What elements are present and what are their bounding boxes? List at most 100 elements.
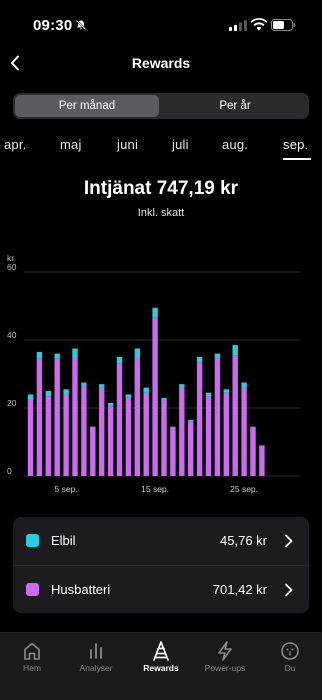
month-sep[interactable]: sep. xyxy=(283,137,308,152)
rewards-icon xyxy=(153,641,169,661)
page-title: Rewards xyxy=(131,55,191,71)
bar-elbil xyxy=(27,394,34,400)
bar-elbil xyxy=(134,348,140,357)
nav-header: Rewards xyxy=(0,46,322,80)
y-tick-label: 40 xyxy=(7,330,17,340)
signal-icon xyxy=(229,20,247,31)
selected-month-indicator xyxy=(283,158,311,160)
bar-husbatteri xyxy=(81,385,87,476)
bar-husbatteri xyxy=(45,396,51,476)
tab-label: Power-ups xyxy=(204,663,246,673)
tab-du[interactable]: Du xyxy=(258,633,322,693)
bar-elbil xyxy=(205,392,212,397)
chevron-right-icon xyxy=(285,583,293,597)
month-aug[interactable]: aug. xyxy=(222,137,248,152)
battery-icon xyxy=(271,19,296,31)
bar-husbatteri xyxy=(188,421,194,476)
y-tick-label: 20 xyxy=(7,398,17,408)
bar-husbatteri xyxy=(223,392,229,476)
month-apr[interactable]: apr. xyxy=(4,137,26,152)
bar-elbil xyxy=(54,353,60,359)
bar-husbatteri xyxy=(205,396,212,476)
husbatteri-swatch xyxy=(26,583,39,596)
bar-elbil xyxy=(63,389,69,395)
bar-husbatteri xyxy=(99,387,105,476)
bar-husbatteri xyxy=(116,363,123,476)
tab-hem[interactable]: Hem xyxy=(0,633,64,693)
wifi-icon xyxy=(251,18,267,31)
tab-rewards[interactable]: Rewards xyxy=(129,633,193,693)
bar-elbil xyxy=(188,419,194,422)
bar-elbil xyxy=(81,382,87,386)
rewards-bar-chart: kr02040605 sep. 15 sep. 25 sep. xyxy=(7,253,300,494)
bar-elbil xyxy=(196,357,203,363)
bar-husbatteri xyxy=(232,355,238,476)
month-juni[interactable]: juni xyxy=(117,137,138,152)
tab-label: Hem xyxy=(23,663,41,673)
bar-elbil xyxy=(36,351,43,359)
per-year-tab[interactable]: Per år xyxy=(163,95,307,117)
bar-elbil xyxy=(161,397,167,400)
earned-total: Intjänat 747,19 kr xyxy=(83,178,239,199)
tab-label: Du xyxy=(284,663,296,673)
bar-elbil xyxy=(99,384,105,388)
earned-subtitle: Inkl. skatt xyxy=(137,207,185,219)
y-tick-label: 60 xyxy=(7,262,17,272)
bar-elbil xyxy=(214,353,221,357)
bar-husbatteri xyxy=(259,445,265,476)
bar-elbil xyxy=(241,382,247,388)
husbatteri-row[interactable]: Husbatteri 701,42 kr xyxy=(13,565,309,613)
bar-elbil xyxy=(179,384,185,388)
husbatteri-value: 701,42 kr xyxy=(212,582,267,597)
tab-label: Analyser xyxy=(79,663,113,673)
elbil-row[interactable]: Elbil 45,76 kr xyxy=(13,517,309,565)
x-tick-label: 15 sep. xyxy=(141,484,169,494)
profile-icon xyxy=(281,642,299,660)
analytics-icon xyxy=(90,643,102,659)
tab-label: Rewards xyxy=(143,663,179,673)
bolt-icon xyxy=(218,641,232,661)
bar-elbil xyxy=(223,389,229,393)
bar-elbil xyxy=(125,394,132,398)
month-maj[interactable]: maj xyxy=(60,137,82,152)
bar-husbatteri xyxy=(90,426,96,476)
bar-husbatteri xyxy=(36,358,43,476)
bar-husbatteri xyxy=(107,406,114,476)
bar-husbatteri xyxy=(72,357,78,476)
tab-power-ups[interactable]: Power-ups xyxy=(193,633,257,693)
elbil-value: 45,76 kr xyxy=(220,533,267,548)
breakdown-card: Elbil 45,76 kr Husbatteri 701,42 kr xyxy=(13,517,309,613)
bell-off-icon xyxy=(75,19,87,31)
bar-elbil xyxy=(152,307,158,318)
chevron-right-icon xyxy=(285,534,293,548)
bar-elbil xyxy=(107,402,114,407)
tab-analyser[interactable]: Analyser xyxy=(64,633,128,693)
bar-husbatteri xyxy=(27,399,34,476)
bar-elbil xyxy=(232,345,238,356)
status-bar: 09:30 xyxy=(0,0,322,46)
x-tick-label: 25 sep. xyxy=(230,484,258,494)
period-segmented-control: Per månad Per år xyxy=(13,93,309,119)
month-juli[interactable]: juli xyxy=(172,137,189,152)
bar-husbatteri xyxy=(63,394,69,476)
x-tick-label: 5 sep. xyxy=(55,484,78,494)
elbil-label: Elbil xyxy=(51,533,76,548)
bar-husbatteri xyxy=(250,426,256,476)
bar-husbatteri xyxy=(170,426,176,476)
bar-husbatteri xyxy=(134,357,140,476)
bar-elbil xyxy=(45,391,51,397)
y-tick-label: 0 xyxy=(7,466,12,476)
bar-elbil xyxy=(72,348,78,357)
tab-bar: Hem Analyser Rewards Power-ups Du xyxy=(0,632,322,700)
bar-husbatteri xyxy=(143,392,149,476)
bar-husbatteri xyxy=(179,387,185,476)
bar-elbil xyxy=(116,357,123,364)
bar-husbatteri xyxy=(125,397,132,476)
rewards-chart: kr 0 20 40 60 5 sep. 15 sep. 25 sep. xyxy=(0,250,322,500)
husbatteri-label: Husbatteri xyxy=(51,582,111,597)
per-month-tab[interactable]: Per månad xyxy=(15,95,159,117)
bar-husbatteri xyxy=(214,357,221,476)
bar-husbatteri xyxy=(161,399,167,476)
bar-husbatteri xyxy=(241,387,247,476)
bar-husbatteri xyxy=(54,358,60,476)
